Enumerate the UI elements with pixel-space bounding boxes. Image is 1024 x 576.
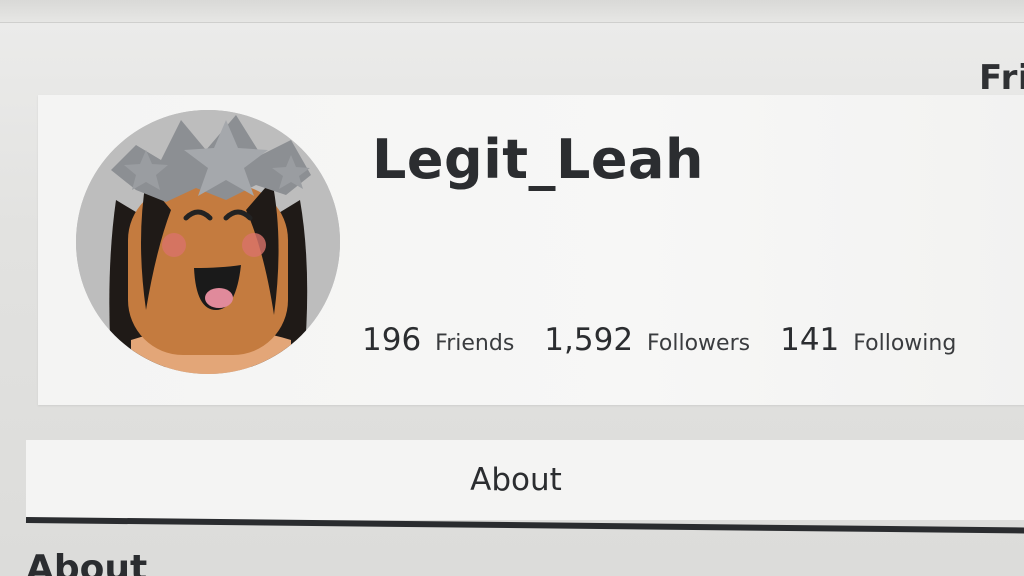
friends-label: Friends bbox=[435, 331, 515, 356]
avatar-headshot-icon bbox=[76, 110, 340, 374]
about-section-heading: About bbox=[26, 548, 148, 576]
roblox-profile-page: Fri bbox=[0, 0, 1024, 576]
followers-count: 1,592 bbox=[544, 322, 634, 358]
following-count: 141 bbox=[780, 322, 840, 358]
friends-count: 196 bbox=[362, 322, 422, 358]
profile-tab-bar: About bbox=[26, 440, 1024, 520]
following-label: Following bbox=[853, 331, 957, 356]
profile-stats: 196 Friends 1,592 Followers 141 Followin… bbox=[362, 322, 986, 358]
nav-friends-partial[interactable]: Fri bbox=[979, 58, 1024, 98]
followers-label: Followers bbox=[647, 331, 751, 356]
stat-following[interactable]: 141 Following bbox=[780, 322, 956, 358]
avatar[interactable] bbox=[76, 110, 340, 374]
profile-username: Legit_Leah bbox=[372, 128, 704, 191]
browser-top-bar bbox=[0, 0, 1024, 23]
tab-about[interactable]: About bbox=[26, 440, 1024, 520]
stat-friends[interactable]: 196 Friends bbox=[362, 322, 514, 358]
stat-followers[interactable]: 1,592 Followers bbox=[544, 322, 750, 358]
